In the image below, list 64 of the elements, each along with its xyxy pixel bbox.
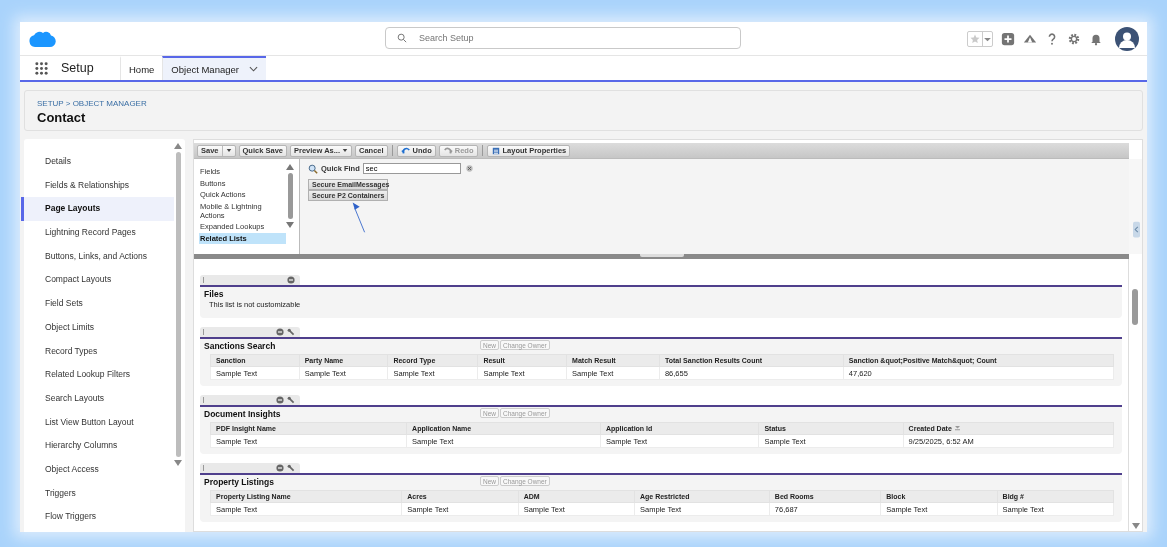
related-list-title: Property Listings [204,477,274,487]
scrollbar-thumb[interactable] [287,173,293,219]
sort-icon [954,426,960,431]
section-handle[interactable] [200,395,300,405]
related-list-title: Sanctions Search [204,341,276,351]
page-title: Contact [37,110,87,125]
chevron-icon[interactable] [248,66,258,72]
splitter-bar[interactable] [194,254,1129,259]
remove-icon[interactable] [287,276,295,284]
wrench-icon[interactable] [287,328,295,336]
sidebar-item[interactable]: Record Types [21,339,174,364]
sidebar-item[interactable]: Object Limits [21,315,174,340]
search-field[interactable]: Search Setup [385,27,741,49]
section-handle[interactable] [200,327,300,337]
sidebar-item[interactable]: Lightning Record Pages [21,221,174,245]
remove-icon[interactable] [276,396,284,404]
plus-icon[interactable] [1001,31,1015,46]
nav-tab[interactable]: Object Manager [162,56,266,80]
scroll-up-icon[interactable] [286,164,294,170]
properties-icon [490,146,501,155]
breadcrumb[interactable]: SETUP > OBJECT MANAGER [37,99,1130,108]
sidebar-item[interactable]: Flow Triggers [21,505,174,529]
section-handle[interactable] [200,275,300,285]
annotation-arrow [352,201,366,233]
sidebar-item[interactable]: Details [21,150,174,174]
undo-icon [400,146,411,155]
magnifier-icon [308,163,318,174]
sidebar-item[interactable]: Hierarchy Columns [21,434,174,458]
scroll-down-icon[interactable] [286,222,294,228]
caret-icon [982,31,992,46]
clear-icon[interactable] [465,165,473,172]
sidebar-item[interactable]: Fields & Relationships [21,173,174,198]
search-icon [397,33,407,43]
sidebar-item[interactable]: Triggers [21,481,174,506]
remove-icon[interactable] [276,328,284,336]
scrollbar-thumb[interactable] [175,152,181,457]
sidebar-item[interactable]: Search Layouts [21,386,174,411]
caret-icon [225,148,232,153]
sidebar-item[interactable]: Compact Layouts [21,268,174,293]
cloud-logo[interactable] [28,29,56,48]
wrench-icon[interactable] [287,464,295,472]
sidebar-item[interactable]: Object Access [21,457,174,482]
scroll-down-icon[interactable] [1131,523,1140,529]
star-icon [968,33,982,44]
settings-icon[interactable] [1067,31,1081,46]
collapse-handle-icon[interactable] [1133,221,1140,238]
section-handle[interactable] [200,463,300,473]
sidebar-item[interactable]: Related Lookup Filters [21,363,174,387]
sidebar-item[interactable]: List View Button Layout [21,410,174,435]
remove-icon[interactable] [276,464,284,472]
avatar-icon[interactable] [1115,26,1139,51]
app-launcher-icon[interactable] [35,61,48,75]
scroll-down-icon[interactable] [174,460,182,466]
redo-icon [442,146,453,155]
sidebar-item[interactable]: Field Sets [21,292,174,316]
app-name: Setup [61,61,95,75]
wrench-icon[interactable] [287,396,295,404]
scroll-up-icon[interactable] [174,143,182,149]
scrollbar-thumb[interactable] [1132,289,1138,325]
related-list-title: Files [204,289,224,299]
caret-icon [342,148,348,153]
sidebar-item[interactable]: Buttons, Links, and Actions [21,244,174,269]
related-list-title: Document Insights [204,409,281,419]
sidebar-item[interactable]: Page Layouts [21,197,174,222]
